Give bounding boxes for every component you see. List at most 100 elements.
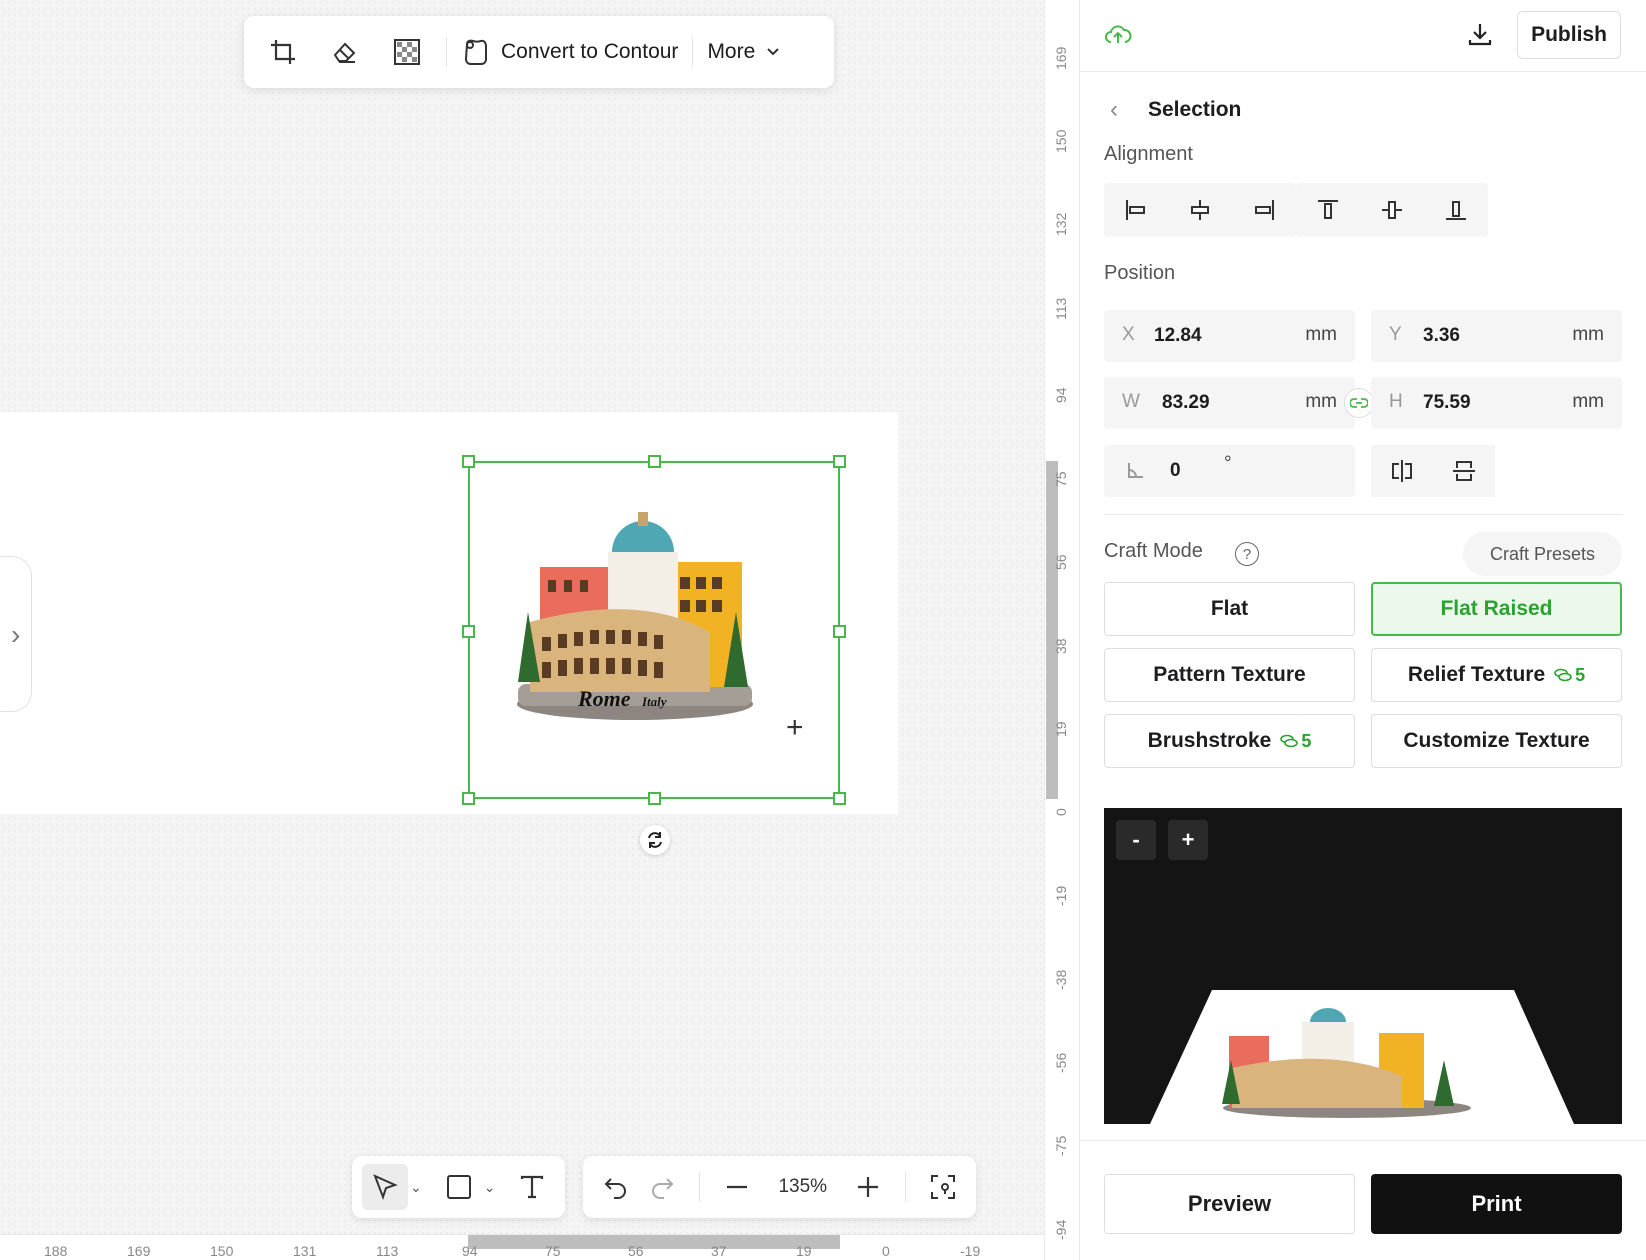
resize-handle-top-left[interactable]	[462, 455, 475, 468]
craft-mode-relief-texture[interactable]: Relief Texture 5	[1371, 648, 1622, 702]
ruler-tick: 113	[376, 1243, 399, 1259]
toolbar-divider	[446, 37, 447, 67]
resize-handle-bottom-right[interactable]	[833, 792, 846, 805]
toolbar-divider	[699, 1172, 701, 1202]
ruler-tick: -94	[1053, 1219, 1069, 1240]
zoom-level[interactable]: 135%	[760, 1176, 845, 1198]
fit-to-screen-icon[interactable]	[920, 1164, 966, 1210]
undo-icon[interactable]	[593, 1164, 639, 1210]
coin-icon	[1280, 734, 1299, 748]
text-tool-icon[interactable]	[509, 1164, 555, 1210]
flip-horizontal-icon[interactable]	[1371, 445, 1433, 497]
brushstroke-cost: 5	[1301, 730, 1312, 751]
back-chevron-icon[interactable]: ‹	[1110, 96, 1118, 124]
align-center-horizontal-icon[interactable]	[1168, 183, 1232, 237]
resize-handle-left[interactable]	[462, 625, 475, 638]
x-value[interactable]: 12.84	[1154, 325, 1202, 347]
rotation-field[interactable]: 0 °	[1104, 445, 1355, 497]
h-unit: mm	[1572, 391, 1604, 412]
lock-aspect-link-icon[interactable]	[1344, 388, 1374, 418]
panel-title: Selection	[1148, 98, 1242, 121]
resize-handle-bottom[interactable]	[648, 792, 661, 805]
ruler-tick: 38	[1053, 638, 1069, 654]
flip-vertical-icon[interactable]	[1433, 445, 1495, 497]
ruler-tick: 37	[711, 1243, 727, 1259]
cloud-sync-icon[interactable]	[1104, 22, 1132, 46]
ruler-tick: 19	[1053, 721, 1069, 737]
ruler-tick: 0	[1053, 808, 1069, 816]
checkerboard-icon[interactable]	[388, 33, 426, 71]
image-toolbar: Convert to Contour More	[244, 16, 834, 88]
craft-mode-flat-raised-label: Flat Raised	[1440, 597, 1553, 620]
craft-mode-pattern-texture[interactable]: Pattern Texture	[1104, 648, 1355, 702]
rotation-value[interactable]: 0	[1170, 460, 1181, 482]
align-middle-vertical-icon[interactable]	[1360, 183, 1424, 237]
convert-to-contour-button[interactable]: Convert to Contour	[461, 37, 678, 67]
ruler-tick: 132	[1053, 212, 1069, 236]
craft-mode-flat-raised[interactable]: Flat Raised	[1371, 582, 1622, 636]
width-field[interactable]: W 83.29 mm	[1104, 377, 1355, 429]
zoom-out-icon[interactable]	[714, 1164, 760, 1210]
h-key: H	[1389, 391, 1403, 412]
ruler-tick: -38	[1053, 969, 1069, 990]
select-tool-icon[interactable]	[362, 1164, 408, 1210]
rotation-unit: °	[1224, 453, 1232, 474]
selection-box[interactable]	[462, 455, 846, 805]
publish-button[interactable]: Publish	[1517, 11, 1621, 59]
left-panel-toggle[interactable]: ›	[0, 556, 32, 712]
3d-preview-viewport[interactable]: - +	[1104, 808, 1622, 1124]
redo-icon[interactable]	[639, 1164, 685, 1210]
craft-mode-brushstroke[interactable]: Brushstroke 5	[1104, 714, 1355, 768]
x-position-field[interactable]: X 12.84 mm	[1104, 310, 1355, 362]
print-button[interactable]: Print	[1371, 1174, 1622, 1234]
design-canvas[interactable]: › Convert to Contour More Rome Italy + ⌄…	[0, 0, 1044, 1260]
download-icon[interactable]	[1466, 20, 1494, 48]
ruler-tick: 113	[1053, 297, 1069, 320]
zoom-in-icon[interactable]	[845, 1164, 891, 1210]
vertical-align-group	[1296, 183, 1488, 237]
ruler-tick: 75	[545, 1243, 561, 1259]
help-icon[interactable]: ?	[1235, 542, 1259, 566]
ruler-tick: 0	[882, 1243, 890, 1259]
convert-to-contour-label: Convert to Contour	[501, 40, 679, 63]
rotate-handle-icon[interactable]	[640, 825, 670, 855]
resize-handle-top-right[interactable]	[833, 455, 846, 468]
chevron-down-icon[interactable]: ⌄	[410, 1179, 422, 1196]
craft-presets-button[interactable]: Craft Presets	[1463, 532, 1622, 576]
resize-handle-bottom-left[interactable]	[462, 792, 475, 805]
preview-button[interactable]: Preview	[1104, 1174, 1355, 1234]
ruler-tick: 56	[628, 1243, 644, 1259]
resize-handle-top[interactable]	[648, 455, 661, 468]
rectangle-tool-icon[interactable]	[436, 1164, 482, 1210]
craft-mode-flat[interactable]: Flat	[1104, 582, 1355, 636]
h-value[interactable]: 75.59	[1423, 392, 1471, 414]
crop-icon[interactable]	[264, 33, 302, 71]
align-bottom-icon[interactable]	[1424, 183, 1488, 237]
w-value[interactable]: 83.29	[1162, 392, 1210, 414]
align-right-icon[interactable]	[1232, 183, 1296, 237]
alignment-label: Alignment	[1104, 143, 1193, 165]
ruler-tick: -75	[1053, 1135, 1069, 1156]
toolbar-divider	[692, 37, 694, 67]
ruler-tick: 150	[1053, 129, 1069, 153]
x-unit: mm	[1305, 324, 1337, 345]
chevron-down-icon	[767, 48, 780, 56]
angle-icon	[1128, 463, 1143, 478]
chevron-right-icon: ›	[11, 619, 21, 650]
ruler-tick: -19	[960, 1243, 981, 1259]
align-top-icon[interactable]	[1296, 183, 1360, 237]
y-value[interactable]: 3.36	[1423, 325, 1460, 347]
align-left-icon[interactable]	[1104, 183, 1168, 237]
ruler-selection-range	[468, 1235, 840, 1249]
coin-icon	[1554, 668, 1572, 682]
height-field[interactable]: H 75.59 mm	[1371, 377, 1622, 429]
relief-cost: 5	[1575, 664, 1586, 685]
crosshair-cursor-icon: +	[786, 711, 804, 744]
y-position-field[interactable]: Y 3.36 mm	[1371, 310, 1622, 362]
more-dropdown[interactable]: More	[707, 40, 781, 64]
craft-mode-customize-texture[interactable]: Customize Texture	[1371, 714, 1622, 768]
eraser-icon[interactable]	[326, 33, 364, 71]
resize-handle-right[interactable]	[833, 625, 846, 638]
chevron-down-icon[interactable]: ⌄	[484, 1179, 496, 1196]
craft-mode-brushstroke-label: Brushstroke	[1147, 729, 1272, 752]
